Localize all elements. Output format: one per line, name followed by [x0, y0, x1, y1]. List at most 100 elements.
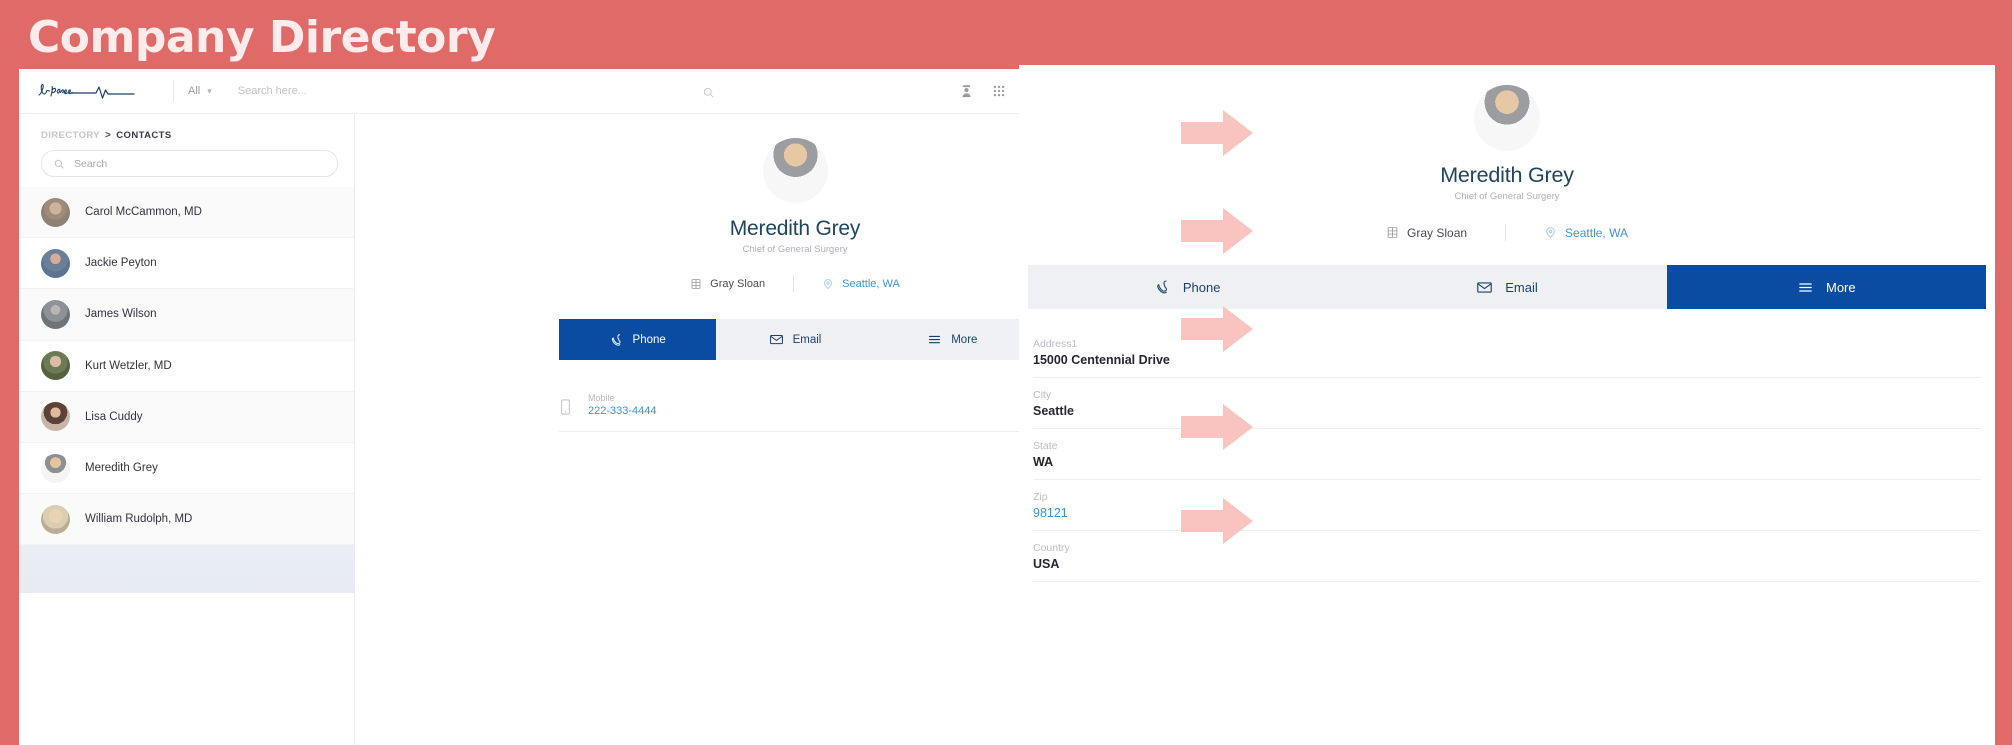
contact-photo — [762, 138, 828, 203]
organization-label: Gray Sloan — [710, 277, 766, 290]
apps-grid-icon[interactable] — [992, 84, 1006, 98]
pulse-logo[interactable] — [35, 76, 155, 106]
state-label: State — [1033, 440, 1058, 452]
city-field: City Seattle — [1033, 378, 1981, 429]
city-value: Seattle — [1033, 404, 1074, 418]
address1-label: Address1 — [1033, 338, 1078, 350]
address1-field: Address1 15000 Centennial Drive — [1033, 327, 1981, 378]
list-item[interactable]: Carol McCammon, MD — [19, 187, 354, 239]
breadcrumb-separator: > — [105, 130, 112, 141]
phone-action-button[interactable]: Phone — [1028, 265, 1347, 309]
building-icon — [1386, 226, 1399, 239]
list-item[interactable]: William Rudolph, MD — [19, 494, 354, 546]
zip-field: Zip 98121 — [1033, 480, 1981, 531]
location-label: Seattle, WA — [1565, 225, 1628, 240]
contact-name: Meredith Grey — [85, 462, 158, 475]
email-action-label: Email — [792, 333, 822, 346]
avatar — [41, 453, 70, 483]
mobile-field-value[interactable]: 222-333-4444 — [588, 405, 657, 417]
list-item[interactable]: Kurt Wetzler, MD — [19, 341, 354, 392]
page-title: Company Directory — [28, 12, 496, 63]
avatar — [41, 504, 70, 534]
organization-label: Gray Sloan — [1407, 225, 1468, 240]
city-label: City — [1033, 389, 1052, 401]
contact-list[interactable]: Carol McCammon, MD Jackie Peyton James W… — [19, 187, 354, 745]
email-action-button[interactable]: Email — [716, 319, 873, 360]
more-action-label: More — [951, 333, 978, 346]
search-icon — [54, 159, 64, 169]
contact-name-heading: Meredith Grey — [1440, 163, 1574, 187]
search-icon[interactable] — [703, 85, 714, 103]
contact-name: Kurt Wetzler, MD — [85, 359, 172, 372]
email-action-button[interactable]: Email — [1347, 265, 1666, 309]
avatar — [41, 248, 70, 278]
list-item[interactable]: Lisa Cuddy — [19, 391, 354, 443]
zip-value[interactable]: 98121 — [1033, 506, 1981, 520]
flow-arrow-icon — [1181, 404, 1253, 450]
contact-name: James Wilson — [85, 308, 157, 321]
phone-action-label: Phone — [1182, 279, 1221, 295]
contact-name: William Rudolph, MD — [85, 513, 193, 526]
chevron-down-icon: ▾ — [207, 85, 212, 96]
contact-action-bar: Phone Email More — [559, 319, 1031, 360]
flow-arrow-icon — [1181, 306, 1253, 352]
mobile-meta-row: Gray Sloan Seattle, WA — [1019, 224, 1995, 241]
contact-organization: Gray Sloan — [1348, 226, 1505, 240]
contact-job-title: Chief of General Surgery — [742, 244, 848, 255]
state-value: WA — [1033, 455, 1054, 469]
phone-action-button[interactable]: Phone — [559, 319, 717, 360]
search-input[interactable] — [72, 156, 325, 171]
contact-meta-row: Gray Sloan Seattle, WA — [662, 275, 928, 292]
breadcrumb-current: CONTACTS — [116, 130, 172, 141]
hamburger-icon — [1797, 279, 1814, 296]
country-value: USA — [1033, 557, 1060, 571]
flow-arrow-icon — [1181, 208, 1253, 254]
contact-name: Jackie Peyton — [85, 257, 157, 270]
more-action-button[interactable]: More — [1666, 265, 1986, 309]
mobile-icon — [559, 398, 572, 416]
contact-location[interactable]: Seattle, WA — [794, 278, 928, 290]
location-pin-icon — [1544, 226, 1557, 239]
avatar — [41, 351, 70, 381]
flow-arrow-icon — [1181, 498, 1253, 544]
contact-name: Lisa Cuddy — [85, 410, 143, 423]
list-item[interactable]: Jackie Peyton — [19, 238, 354, 290]
avatar — [41, 197, 70, 227]
nav-filter-dropdown[interactable]: All ▾ — [188, 85, 212, 97]
contact-name-heading: Meredith Grey — [729, 217, 861, 240]
mobile-action-bar: Phone Email More — [1028, 265, 1986, 309]
list-item[interactable]: Meredith Grey — [19, 443, 354, 495]
envelope-icon — [1476, 279, 1493, 296]
sidebar-search-box[interactable] — [41, 150, 338, 177]
mobile-detail-window: Meredith Grey Chief of General Surgery G… — [1019, 65, 1995, 745]
flow-arrow-icon — [1181, 110, 1253, 156]
breadcrumb-parent[interactable]: DIRECTORY — [41, 130, 100, 141]
contact-organization: Gray Sloan — [662, 278, 793, 290]
avatar — [41, 299, 70, 329]
nav-divider — [173, 80, 174, 102]
contacts-sidebar: DIRECTORY > CONTACTS Carol McCammon, MD — [19, 114, 355, 745]
phone-action-label: Phone — [632, 333, 666, 346]
envelope-icon — [769, 332, 784, 347]
nav-filter-label: All — [188, 85, 201, 97]
phone-icon — [1155, 279, 1171, 295]
email-action-label: Email — [1505, 279, 1538, 295]
contact-name: Carol McCammon, MD — [85, 206, 202, 219]
avatar — [41, 402, 70, 432]
breadcrumb: DIRECTORY > CONTACTS — [19, 114, 354, 150]
more-action-label: More — [1826, 279, 1856, 295]
contact-location[interactable]: Seattle, WA — [1506, 226, 1666, 240]
country-label: Country — [1033, 542, 1070, 554]
more-action-button[interactable]: More — [874, 319, 1031, 360]
mobile-field-list: Address1 15000 Centennial Drive City Sea… — [1019, 327, 1995, 582]
location-label: Seattle, WA — [842, 277, 900, 290]
contacts-icon[interactable] — [959, 84, 974, 99]
contact-field-list: Mobile 222-333-4444 — [559, 393, 1031, 432]
country-field: Country USA — [1033, 531, 1981, 582]
mobile-field-row: Mobile 222-333-4444 — [559, 393, 1031, 432]
location-pin-icon — [822, 278, 834, 290]
building-icon — [690, 278, 702, 290]
address1-value: 15000 Centennial Drive — [1033, 353, 1170, 367]
list-item[interactable]: James Wilson — [19, 289, 354, 341]
nav-search-placeholder[interactable]: Search here... — [238, 85, 307, 97]
